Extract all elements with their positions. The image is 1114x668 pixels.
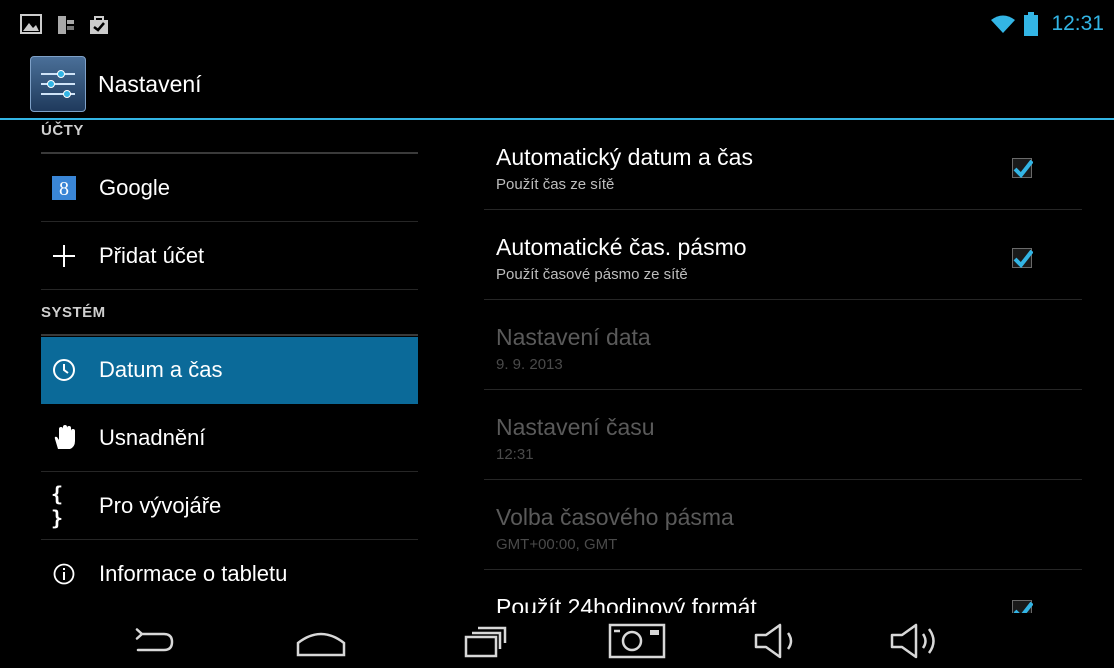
pref-title: Nastavení data bbox=[496, 324, 651, 350]
action-bar: Nastavení bbox=[0, 46, 1114, 120]
pref-summary: GMT+00:00, GMT bbox=[496, 536, 618, 553]
pref-select-time-zone: Volba časového pásma GMT+00:00, GMT bbox=[484, 480, 1082, 570]
24-hour-format-checkbox[interactable] bbox=[1012, 600, 1034, 613]
pref-summary: Použít čas ze sítě bbox=[496, 176, 615, 193]
pref-title: Automatické čas. pásmo bbox=[496, 234, 747, 260]
sidebar-item-google[interactable]: 8 Google bbox=[41, 155, 418, 222]
plus-icon bbox=[51, 243, 77, 269]
pref-24-hour-format[interactable]: Použít 24hodinový formát bbox=[484, 570, 1082, 613]
sidebar-item-label: Google bbox=[99, 175, 170, 200]
pref-auto-date-time[interactable]: Automatický datum a čas Použít čas ze sí… bbox=[484, 120, 1082, 210]
sidebar-item-label: Datum a čas bbox=[99, 357, 223, 382]
sidebar-item-add-account[interactable]: Přidat účet bbox=[41, 223, 418, 290]
section-divider bbox=[41, 334, 418, 336]
sidebar-item-developer[interactable]: { } Pro vývojáře bbox=[41, 473, 418, 540]
pref-title: Použít 24hodinový formát bbox=[496, 594, 757, 613]
status-bar: 12:31 bbox=[0, 0, 1114, 46]
pref-summary: 9. 9. 2013 bbox=[496, 356, 563, 373]
auto-date-time-checkbox[interactable] bbox=[1012, 158, 1034, 179]
google-icon: 8 bbox=[51, 175, 77, 201]
home-icon[interactable] bbox=[293, 621, 349, 661]
sidebar-item-date-time[interactable]: Datum a čas bbox=[41, 337, 418, 404]
status-time: 12:31 bbox=[1051, 12, 1104, 35]
recent-apps-icon[interactable] bbox=[462, 621, 510, 661]
date-time-preferences: Automatický datum a čas Použít čas ze sí… bbox=[484, 120, 1082, 613]
sidebar-item-label: Informace o tabletu bbox=[99, 561, 288, 586]
screenshot-icon[interactable] bbox=[606, 621, 668, 661]
back-icon[interactable] bbox=[128, 621, 178, 661]
pref-set-time: Nastavení času 12:31 bbox=[484, 390, 1082, 480]
checkmark-icon bbox=[1013, 159, 1034, 179]
section-header-system: SYSTÉM bbox=[41, 304, 106, 321]
sidebar-item-about-tablet[interactable]: Informace o tabletu bbox=[41, 541, 418, 608]
sidebar-item-label: Přidat účet bbox=[99, 243, 205, 268]
usb-debug-icon bbox=[58, 16, 74, 34]
pref-title: Nastavení času bbox=[496, 414, 655, 440]
volume-down-icon[interactable] bbox=[750, 621, 802, 661]
hand-icon bbox=[51, 425, 77, 451]
pref-set-date: Nastavení data 9. 9. 2013 bbox=[484, 300, 1082, 390]
pref-summary: 12:31 bbox=[496, 446, 534, 463]
checkmark-icon bbox=[1013, 601, 1034, 613]
braces-icon: { } bbox=[51, 482, 64, 530]
svg-text:8: 8 bbox=[59, 178, 69, 200]
settings-sliders-icon[interactable] bbox=[30, 56, 86, 112]
picture-icon bbox=[20, 14, 42, 34]
section-header-accounts: ÚČTY bbox=[41, 122, 84, 139]
battery-icon bbox=[1024, 12, 1038, 36]
pref-summary: Použít časové pásmo ze sítě bbox=[496, 266, 688, 283]
section-divider bbox=[41, 152, 418, 154]
volume-up-icon[interactable] bbox=[886, 621, 944, 661]
settings-sidebar: ÚČTY 8 Google Přidat účet SYSTÉM Datum a… bbox=[41, 120, 418, 613]
page-title: Nastavení bbox=[98, 71, 202, 97]
pref-title: Automatický datum a čas bbox=[496, 144, 753, 170]
pref-auto-time-zone[interactable]: Automatické čas. pásmo Použít časové pás… bbox=[484, 210, 1082, 300]
sidebar-item-accessibility[interactable]: Usnadnění bbox=[41, 405, 418, 472]
clock-icon bbox=[51, 357, 77, 383]
info-icon bbox=[51, 561, 77, 587]
pref-title: Volba časového pásma bbox=[496, 504, 734, 530]
navigation-bar bbox=[0, 613, 1114, 668]
checkmark-icon bbox=[1013, 249, 1034, 269]
sidebar-item-label: Usnadnění bbox=[99, 425, 206, 450]
shopping-bag-icon bbox=[90, 16, 108, 34]
wifi-icon bbox=[991, 15, 1015, 33]
sidebar-item-label: Pro vývojáře bbox=[99, 493, 222, 518]
auto-time-zone-checkbox[interactable] bbox=[1012, 248, 1034, 269]
